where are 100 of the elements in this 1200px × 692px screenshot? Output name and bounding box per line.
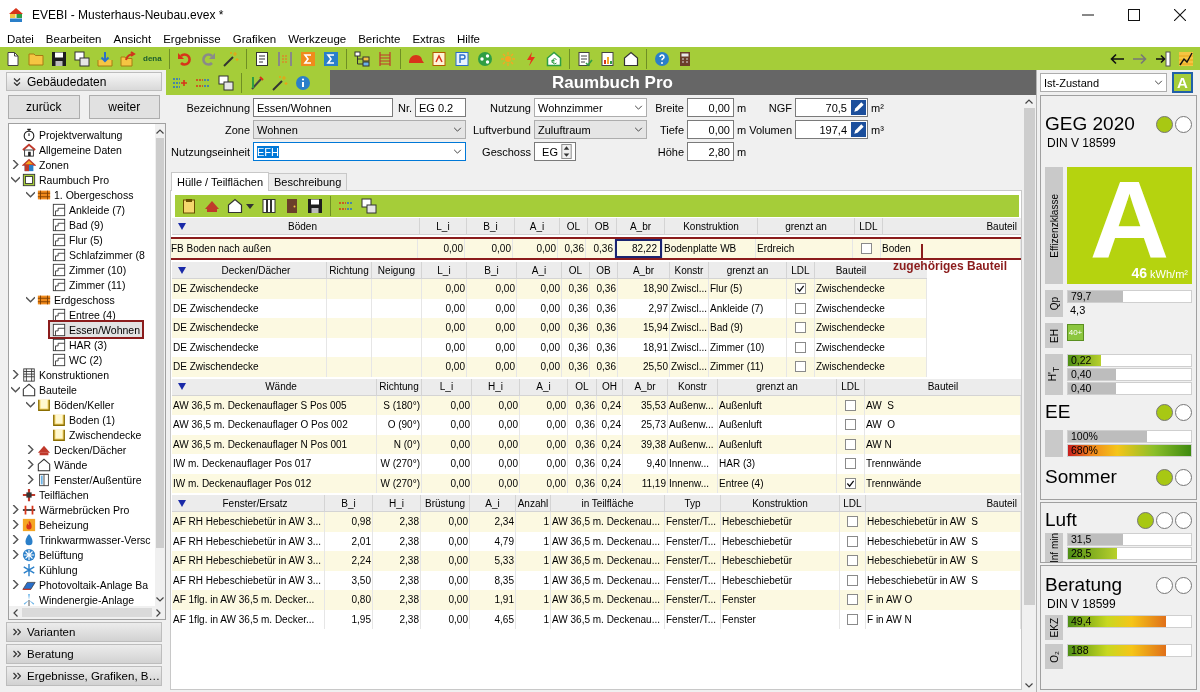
- menu-item[interactable]: Bearbeiten: [45, 32, 102, 45]
- tree-item[interactable]: Zwischendecke: [50, 427, 144, 442]
- checkbox[interactable]: [845, 438, 856, 450]
- combo-box[interactable]: EFH: [253, 142, 466, 161]
- number-field[interactable]: 0,00: [687, 120, 734, 139]
- checkbox[interactable]: [847, 574, 858, 586]
- columns-icon[interactable]: [261, 198, 277, 214]
- panel-button[interactable]: Beratung: [6, 644, 162, 664]
- tree-item[interactable]: Bauteile: [20, 382, 79, 397]
- tree-item[interactable]: Schlafzimmer (8: [50, 247, 147, 262]
- magic-wand-icon[interactable]: [272, 74, 288, 91]
- pencil-icon[interactable]: [851, 100, 866, 115]
- checkbox[interactable]: [845, 477, 856, 489]
- download-tray-icon[interactable]: [97, 50, 113, 67]
- house-outline-icon[interactable]: [622, 50, 639, 67]
- tree-item[interactable]: Wärmebrücken Pro: [20, 502, 132, 517]
- tree-item[interactable]: Erdgeschoss: [35, 292, 117, 307]
- checklist-icon[interactable]: [576, 50, 593, 67]
- tree-item[interactable]: 1. Obergeschoss: [35, 187, 136, 202]
- tree-item[interactable]: HAR (3): [50, 337, 109, 352]
- number-field[interactable]: 70,5: [795, 98, 868, 117]
- checkbox[interactable]: [845, 399, 856, 411]
- chart-document-icon[interactable]: [599, 50, 616, 67]
- chevron-right-icon[interactable]: [26, 445, 35, 454]
- dropdown-caret-icon[interactable]: [1154, 80, 1163, 85]
- sigma-icon[interactable]: [322, 50, 339, 67]
- chevron-right-icon[interactable]: [11, 580, 20, 589]
- network-icon[interactable]: [476, 50, 493, 67]
- menu-item[interactable]: Ergebnisse: [163, 32, 221, 45]
- variant-dropdown[interactable]: Ist-Zustand: [1040, 73, 1167, 92]
- scroll-up-icon[interactable]: [1025, 99, 1033, 104]
- chevron-right-icon[interactable]: [11, 505, 20, 514]
- nav-button[interactable]: weiter: [88, 95, 160, 119]
- tools-icon[interactable]: [249, 74, 265, 91]
- number-field[interactable]: 0,00: [687, 98, 734, 117]
- dropdown-caret-icon[interactable]: [634, 105, 643, 110]
- overlapping-windows-icon[interactable]: [218, 74, 234, 91]
- checkbox[interactable]: [847, 516, 858, 528]
- chevron-down-icon[interactable]: [26, 190, 35, 199]
- spinner-arrows-icon[interactable]: [561, 144, 572, 159]
- chevron-right-icon[interactable]: [11, 370, 20, 379]
- scroll-up-icon[interactable]: [156, 129, 164, 134]
- checkbox[interactable]: [795, 361, 806, 373]
- chevron-right-icon[interactable]: [11, 160, 20, 169]
- dropdown[interactable]: Wohnen: [253, 120, 466, 139]
- chevron-down-icon[interactable]: [11, 385, 20, 394]
- tree-item[interactable]: WC (2): [50, 352, 105, 367]
- scroll-right-icon[interactable]: [156, 608, 161, 617]
- tree-item[interactable]: Trinkwarmwasser-Versc: [20, 532, 153, 547]
- text-field[interactable]: Essen/Wohnen: [253, 98, 393, 117]
- line-chart-icon[interactable]: [1178, 50, 1194, 67]
- triangle-icon[interactable]: [178, 222, 186, 230]
- checkbox[interactable]: [847, 594, 858, 606]
- menu-item[interactable]: Werkzeuge: [288, 32, 347, 45]
- checkbox[interactable]: [795, 283, 806, 295]
- checkbox[interactable]: [795, 341, 806, 353]
- text-field[interactable]: EG 0.2: [415, 98, 466, 117]
- combo-box[interactable]: Wohnzimmer: [534, 98, 647, 117]
- caret-icon[interactable]: [246, 203, 254, 209]
- document-lines-icon[interactable]: [253, 50, 270, 67]
- triangle-icon[interactable]: [178, 383, 186, 390]
- tree-item[interactable]: Windenergie-Anlage: [20, 592, 137, 606]
- scrollbar-thumb[interactable]: [156, 138, 164, 548]
- checkbox[interactable]: [847, 555, 858, 567]
- menu-item[interactable]: Hilfe: [456, 32, 480, 45]
- chevron-down-icon[interactable]: [26, 295, 35, 304]
- tree-item[interactable]: Ankleide (7): [50, 202, 128, 217]
- tree-item[interactable]: Wände: [35, 457, 90, 472]
- hierarchy-icon[interactable]: [353, 50, 370, 67]
- magic-wand-icon[interactable]: [222, 50, 239, 67]
- checkbox[interactable]: [845, 458, 856, 470]
- clipboard-icon[interactable]: [181, 198, 197, 214]
- tree-item[interactable]: Kühlung: [20, 562, 80, 577]
- menu-item[interactable]: Grafiken: [232, 32, 277, 45]
- tree-item[interactable]: Essen/Wohnen: [50, 322, 143, 337]
- chevron-right-icon[interactable]: [11, 535, 20, 544]
- overlapping-windows-icon[interactable]: [361, 198, 377, 214]
- tree-item[interactable]: Zimmer (11): [50, 277, 128, 292]
- tree-item[interactable]: Fenster/Außentüre: [35, 472, 144, 487]
- checkbox[interactable]: [847, 535, 858, 547]
- panel-header-button[interactable]: Gebäudedaten: [6, 72, 162, 91]
- tree-item[interactable]: Photovoltaik-Anlage Ba: [20, 577, 151, 592]
- tree-item[interactable]: Projektverwaltung: [20, 127, 125, 142]
- chevron-right-icon[interactable]: [11, 550, 20, 559]
- tree-item[interactable]: Bad (9): [50, 217, 106, 232]
- tree-item[interactable]: Teilflächen: [20, 487, 91, 502]
- dropdown-caret-icon[interactable]: [453, 149, 462, 154]
- maximize-icon[interactable]: [1128, 9, 1140, 21]
- checkbox[interactable]: [845, 419, 856, 431]
- panel-button[interactable]: Ergebnisse, Grafiken, B…: [6, 666, 162, 686]
- dropdown[interactable]: Zuluftraum: [534, 120, 647, 139]
- menu-item[interactable]: Ansicht: [113, 32, 152, 45]
- number-field[interactable]: 197,4: [795, 120, 868, 139]
- tree-item[interactable]: Boden (1): [50, 412, 118, 427]
- pencil-icon[interactable]: [851, 122, 866, 137]
- info-icon[interactable]: [295, 74, 311, 91]
- menu-item[interactable]: Berichte: [358, 32, 401, 45]
- undo-icon[interactable]: [176, 50, 193, 67]
- triangle-icon[interactable]: [178, 266, 186, 274]
- tree-item[interactable]: Decken/Dächer: [35, 442, 129, 457]
